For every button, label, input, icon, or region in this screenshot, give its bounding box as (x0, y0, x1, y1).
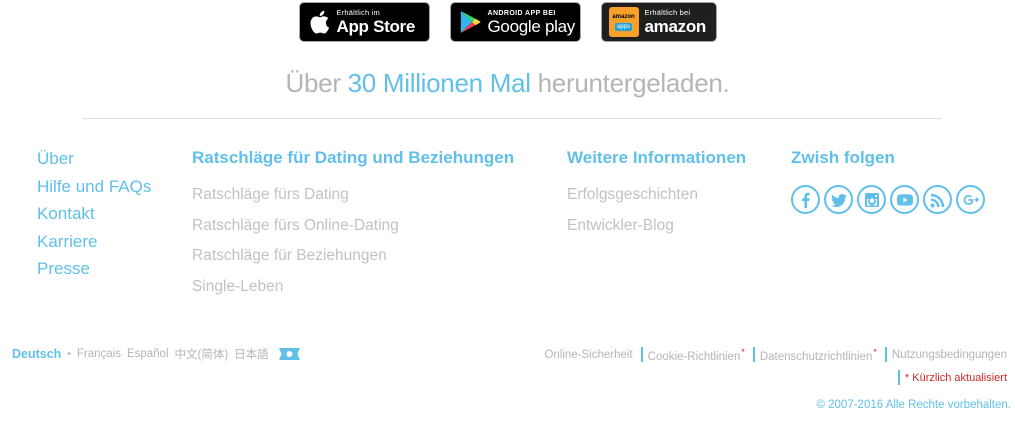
twitter-icon[interactable] (824, 185, 853, 214)
footer-link-presse[interactable]: Presse (37, 258, 151, 286)
google-play-small-text: ANDROID APP BEI (487, 9, 556, 17)
footer-column-main: Über Hilfe und FAQs Kontakt Karriere Pre… (37, 148, 151, 286)
social-links (791, 185, 985, 214)
app-store-badge[interactable]: Erhältlich im App Store (298, 2, 430, 42)
language-option-japanese[interactable]: 日本語 (234, 346, 269, 362)
language-option-spanish[interactable]: Español (127, 348, 169, 360)
legal-separator (640, 347, 643, 363)
google-plus-icon[interactable] (956, 185, 985, 214)
legal-link-privacy-label: Datenschutzrichtlinien (759, 350, 873, 363)
legal-link-online-safety[interactable]: Online-Sicherheit (544, 349, 632, 361)
footer-link-online-dating-tips[interactable]: Ratschläge fürs Online-Dating (192, 213, 514, 244)
legal-link-privacy[interactable]: Datenschutzrichtlinien* (760, 347, 877, 363)
legal-link-cookies[interactable]: Cookie-Richtlinien* (648, 347, 745, 363)
more-languages-icon[interactable] (277, 347, 302, 361)
column-title-dating-advice: Ratschläge für Dating und Beziehungen (192, 148, 515, 167)
updated-marker: * (873, 347, 877, 357)
facebook-icon[interactable] (791, 185, 820, 214)
language-separator-dot: • (67, 348, 71, 360)
amazon-apps-icon: amazon apps (608, 7, 639, 37)
footer-link-kontakt[interactable]: Kontakt (37, 203, 151, 231)
headline-post: heruntergeladen. (530, 68, 730, 98)
legal-separator (897, 370, 900, 385)
legal-link-cookies-label: Cookie-Richtlinien (647, 350, 741, 363)
language-current[interactable]: Deutsch (12, 347, 61, 361)
apple-icon (307, 9, 331, 35)
app-store-small-text: Erhältlich im (336, 8, 380, 18)
recently-updated-note: * Kürzlich aktualisiert (897, 370, 1007, 385)
updated-marker: * (741, 347, 745, 357)
footer-column-dating-advice: Ratschläge für Dating und Beziehungen Ra… (192, 148, 514, 305)
footer-link-relationship-tips[interactable]: Ratschläge für Beziehungen (192, 243, 514, 274)
language-option-chinese[interactable]: 中文(简体) (175, 346, 229, 362)
footer-link-success-stories[interactable]: Erfolgsgeschichten (567, 182, 746, 213)
app-store-badges: Erhältlich im App Store ANDROID APP BEI … (0, 2, 1015, 42)
download-headline: Über 30 Millionen Mal heruntergeladen. (0, 68, 1015, 99)
column-title-more-info: Weitere Informationen (567, 148, 747, 167)
amazon-badge[interactable]: amazon apps Erhältlich bei amazon (600, 2, 717, 42)
youtube-icon[interactable] (890, 185, 919, 214)
legal-separator (884, 347, 887, 363)
footer-column-more-info: Weitere Informationen Erfolgsgeschichten… (567, 148, 746, 243)
app-store-big-text: App Store (336, 16, 416, 36)
footer-link-karriere[interactable]: Karriere (37, 231, 151, 259)
footer-divider (82, 118, 942, 119)
column-title-follow: Zwish folgen (791, 148, 895, 167)
google-play-icon (458, 9, 482, 35)
legal-link-terms[interactable]: Nutzungsbedingungen (892, 349, 1007, 361)
google-play-big-text: Google play (487, 16, 576, 36)
legal-separator (752, 347, 755, 363)
language-option-french[interactable]: Français (77, 348, 121, 360)
language-switcher: Deutsch • Français Español 中文(简体) 日本語 (12, 346, 302, 362)
headline-pre: Über (285, 68, 348, 98)
footer-link-single-life[interactable]: Single-Leben (192, 274, 514, 305)
amazon-apps-text: apps (614, 22, 632, 31)
amazon-logo-text: amazon (612, 13, 635, 20)
instagram-icon[interactable] (857, 185, 886, 214)
copyright: © 2007-2016 Alle Rechte vorbehalten. (816, 399, 1011, 411)
google-play-badge[interactable]: ANDROID APP BEI Google play (449, 2, 581, 42)
footer-link-dating-tips[interactable]: Ratschläge fürs Dating (192, 182, 514, 213)
rss-icon[interactable] (923, 185, 952, 214)
footer-link-ueber[interactable]: Über (37, 148, 151, 176)
footer-link-developer-blog[interactable]: Entwickler-Blog (567, 213, 746, 244)
recently-updated-text: * Kürzlich aktualisiert (904, 371, 1007, 384)
footer-column-follow: Zwish folgen (791, 148, 985, 214)
amazon-small-text: Erhältlich bei (644, 8, 691, 18)
headline-highlight: 30 Millionen Mal (347, 68, 531, 98)
footer-link-hilfe[interactable]: Hilfe und FAQs (37, 176, 151, 204)
amazon-big-text: amazon (644, 16, 707, 36)
legal-links: Online-Sicherheit Cookie-Richtlinien* Da… (544, 347, 1007, 363)
